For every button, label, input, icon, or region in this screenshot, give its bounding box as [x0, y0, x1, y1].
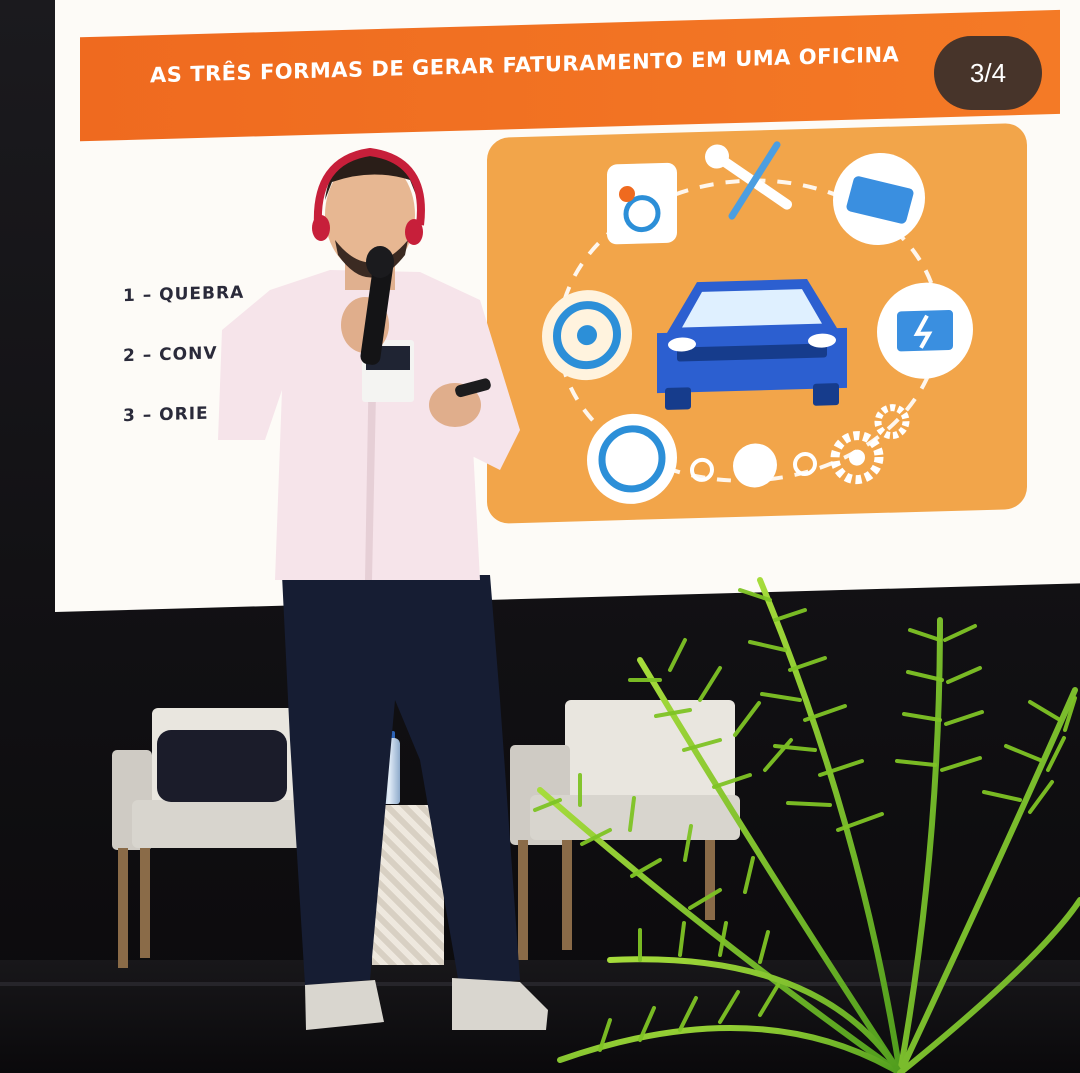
dot-icon: [733, 443, 777, 488]
car-icon: [657, 278, 847, 410]
brake-disc-icon: [542, 290, 632, 381]
tire-icon: [587, 413, 677, 504]
stage-floor: [0, 960, 1080, 1073]
side-table: [372, 805, 444, 965]
projection-screen: AS TRÊS FORMAS DE GERAR FATURAMENTO EM U…: [55, 0, 1080, 613]
armchair-left: [112, 708, 312, 968]
slide-list-item: 3 – ORIE: [123, 403, 209, 427]
photo-stage: AS TRÊS FORMAS DE GERAR FATURAMENTO EM U…: [0, 0, 1080, 1073]
cushion: [157, 730, 287, 802]
water-bottle: [378, 738, 400, 804]
slide-list: 1 – QUEBRA 2 – CONV 3 – ORIE: [123, 283, 244, 466]
oil-can-icon: [833, 152, 925, 246]
slide-illustration: [542, 141, 973, 504]
gear-icon: [830, 404, 910, 485]
armchair-right: [510, 700, 750, 960]
wrench-icon: [705, 141, 792, 220]
battery-icon: [877, 282, 973, 379]
stage-edge: [0, 982, 1080, 986]
page-indicator-badge: 3/4: [934, 36, 1042, 110]
slide-list-item: 1 – QUEBRA: [123, 282, 245, 307]
engine-icon: [607, 162, 677, 245]
slide-list-item: 2 – CONV: [123, 343, 218, 367]
